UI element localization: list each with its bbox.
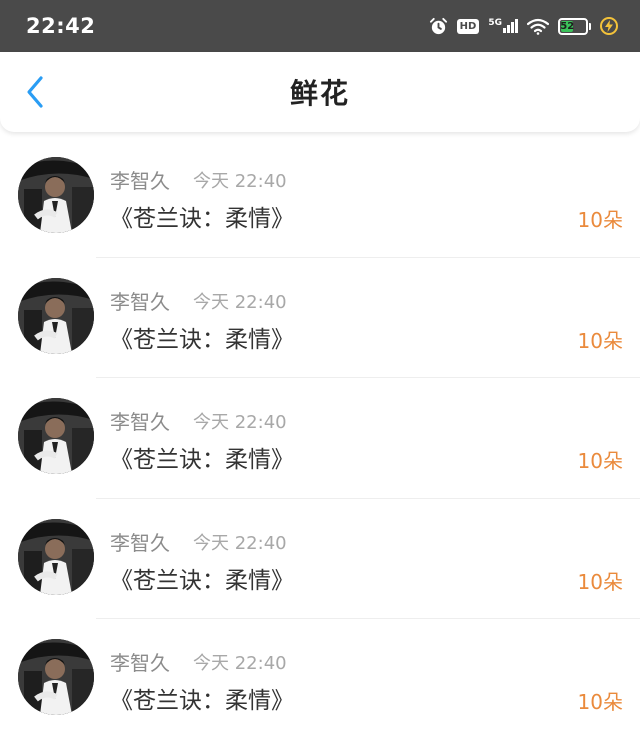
status-time: 22:42 xyxy=(26,14,96,38)
wifi-icon xyxy=(527,18,549,35)
timestamp: 今天 22:40 xyxy=(193,532,287,554)
network-label: 5G xyxy=(488,18,502,28)
user-name: 李智久 xyxy=(110,530,170,555)
list-item[interactable]: 李智久 今天 22:40 《苍兰诀：柔情》 10朵 xyxy=(0,137,640,258)
chevron-left-icon xyxy=(27,76,43,108)
signal-5g-icon: 5G xyxy=(488,19,518,33)
user-name: 李智久 xyxy=(110,410,170,434)
flower-count: 10朵 xyxy=(577,208,623,232)
alarm-icon xyxy=(429,17,448,36)
gift-title: 《苍兰诀：柔情》 xyxy=(110,326,294,353)
flower-record-list: 李智久 今天 22:40 《苍兰诀：柔情》 10朵 李智久 今天 22:40 《… xyxy=(0,137,640,740)
avatar[interactable] xyxy=(18,398,94,474)
header-bar: 鲜花 xyxy=(0,52,640,132)
flower-count: 10朵 xyxy=(577,569,623,594)
timestamp: 今天 22:40 xyxy=(193,653,287,674)
timestamp: 今天 22:40 xyxy=(193,171,287,192)
gift-title: 《苍兰诀：柔情》 xyxy=(110,567,294,594)
battery-icon: 52 xyxy=(558,17,591,35)
battery-level: 52 xyxy=(560,20,575,32)
page-title: 鲜花 xyxy=(289,77,350,110)
flower-count: 10朵 xyxy=(577,690,623,714)
list-item[interactable]: 李智久 今天 22:40 《苍兰诀：柔情》 10朵 xyxy=(0,258,640,378)
user-name: 李智久 xyxy=(110,289,170,314)
avatar[interactable] xyxy=(18,157,94,233)
back-button[interactable] xyxy=(14,70,56,114)
gift-title: 《苍兰诀：柔情》 xyxy=(110,206,294,232)
gift-title: 《苍兰诀：柔情》 xyxy=(110,688,294,714)
timestamp: 今天 22:40 xyxy=(193,291,287,313)
list-item[interactable]: 李智久 今天 22:40 《苍兰诀：柔情》 10朵 xyxy=(0,499,640,619)
charging-icon xyxy=(600,17,618,35)
gift-title: 《苍兰诀：柔情》 xyxy=(110,447,294,473)
avatar[interactable] xyxy=(18,277,94,354)
avatar[interactable] xyxy=(18,518,94,595)
flower-count: 10朵 xyxy=(577,328,623,353)
user-name: 李智久 xyxy=(110,651,170,675)
avatar[interactable] xyxy=(18,639,94,715)
user-name: 李智久 xyxy=(110,169,170,193)
list-item[interactable]: 李智久 今天 22:40 《苍兰诀：柔情》 10朵 xyxy=(0,619,640,740)
list-item[interactable]: 李智久 今天 22:40 《苍兰诀：柔情》 10朵 xyxy=(0,378,640,499)
timestamp: 今天 22:40 xyxy=(193,412,287,433)
flower-count: 10朵 xyxy=(577,449,623,473)
hd-icon: HD xyxy=(456,18,480,34)
status-icons: HD 5G 52 xyxy=(429,17,618,36)
status-bar: 22:42 HD 5G 52 xyxy=(0,0,640,52)
